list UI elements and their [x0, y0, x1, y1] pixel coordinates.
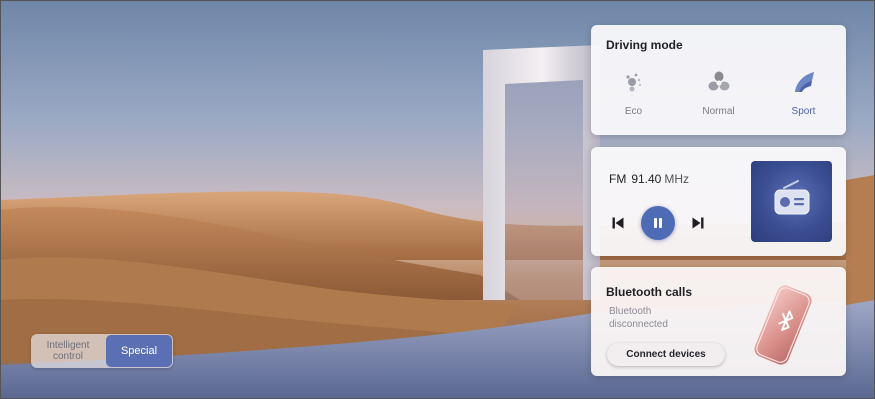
frequency-value: 91.40 [631, 172, 662, 186]
driving-mode-normal[interactable]: Normal [676, 69, 761, 117]
eco-label: Eco [624, 106, 643, 117]
bluetooth-title: Bluetooth calls [606, 285, 693, 299]
driving-mode-title: Driving mode [606, 38, 683, 52]
sport-wing-icon [794, 72, 814, 92]
bluetooth-status: Bluetooth disconnected [609, 306, 668, 330]
previous-station-button[interactable] [609, 211, 627, 235]
radio-card: FM 91.40 MHz [591, 147, 846, 256]
skip-next-icon [692, 217, 704, 229]
toggle-special[interactable]: Special [106, 335, 172, 367]
driving-mode-card: Driving mode Eco Normal Sport [591, 25, 846, 135]
bluetooth-calls-card: Bluetooth calls Bluetooth disconnected C… [591, 267, 846, 376]
toggle-intelligent-control[interactable]: Intelligent control [31, 334, 105, 368]
driving-mode-sport[interactable]: Sport [761, 69, 846, 117]
radio-frequency: FM 91.40 MHz [609, 172, 689, 186]
mode-toggle: Intelligent control Special [31, 334, 173, 368]
driving-mode-options: Eco Normal Sport [591, 69, 846, 117]
eco-icon [625, 73, 641, 92]
normal-label: Normal [702, 106, 735, 117]
driving-mode-eco[interactable]: Eco [591, 69, 676, 117]
phone-bluetooth-icon [754, 285, 812, 365]
skip-previous-icon [612, 217, 624, 229]
next-station-button[interactable] [689, 211, 707, 235]
car-dashboard-screen: Intelligent control Special Driving mode… [0, 0, 875, 399]
sport-label: Sport [791, 106, 816, 117]
pause-icon [654, 218, 662, 228]
radio-artwork [751, 161, 832, 242]
normal-fan-icon [708, 71, 729, 91]
radio-band: FM [609, 172, 627, 186]
frequency-unit: MHz [664, 172, 690, 186]
pause-button[interactable] [641, 206, 675, 240]
connect-devices-button[interactable]: Connect devices [607, 343, 725, 366]
radio-icon [774, 180, 810, 215]
